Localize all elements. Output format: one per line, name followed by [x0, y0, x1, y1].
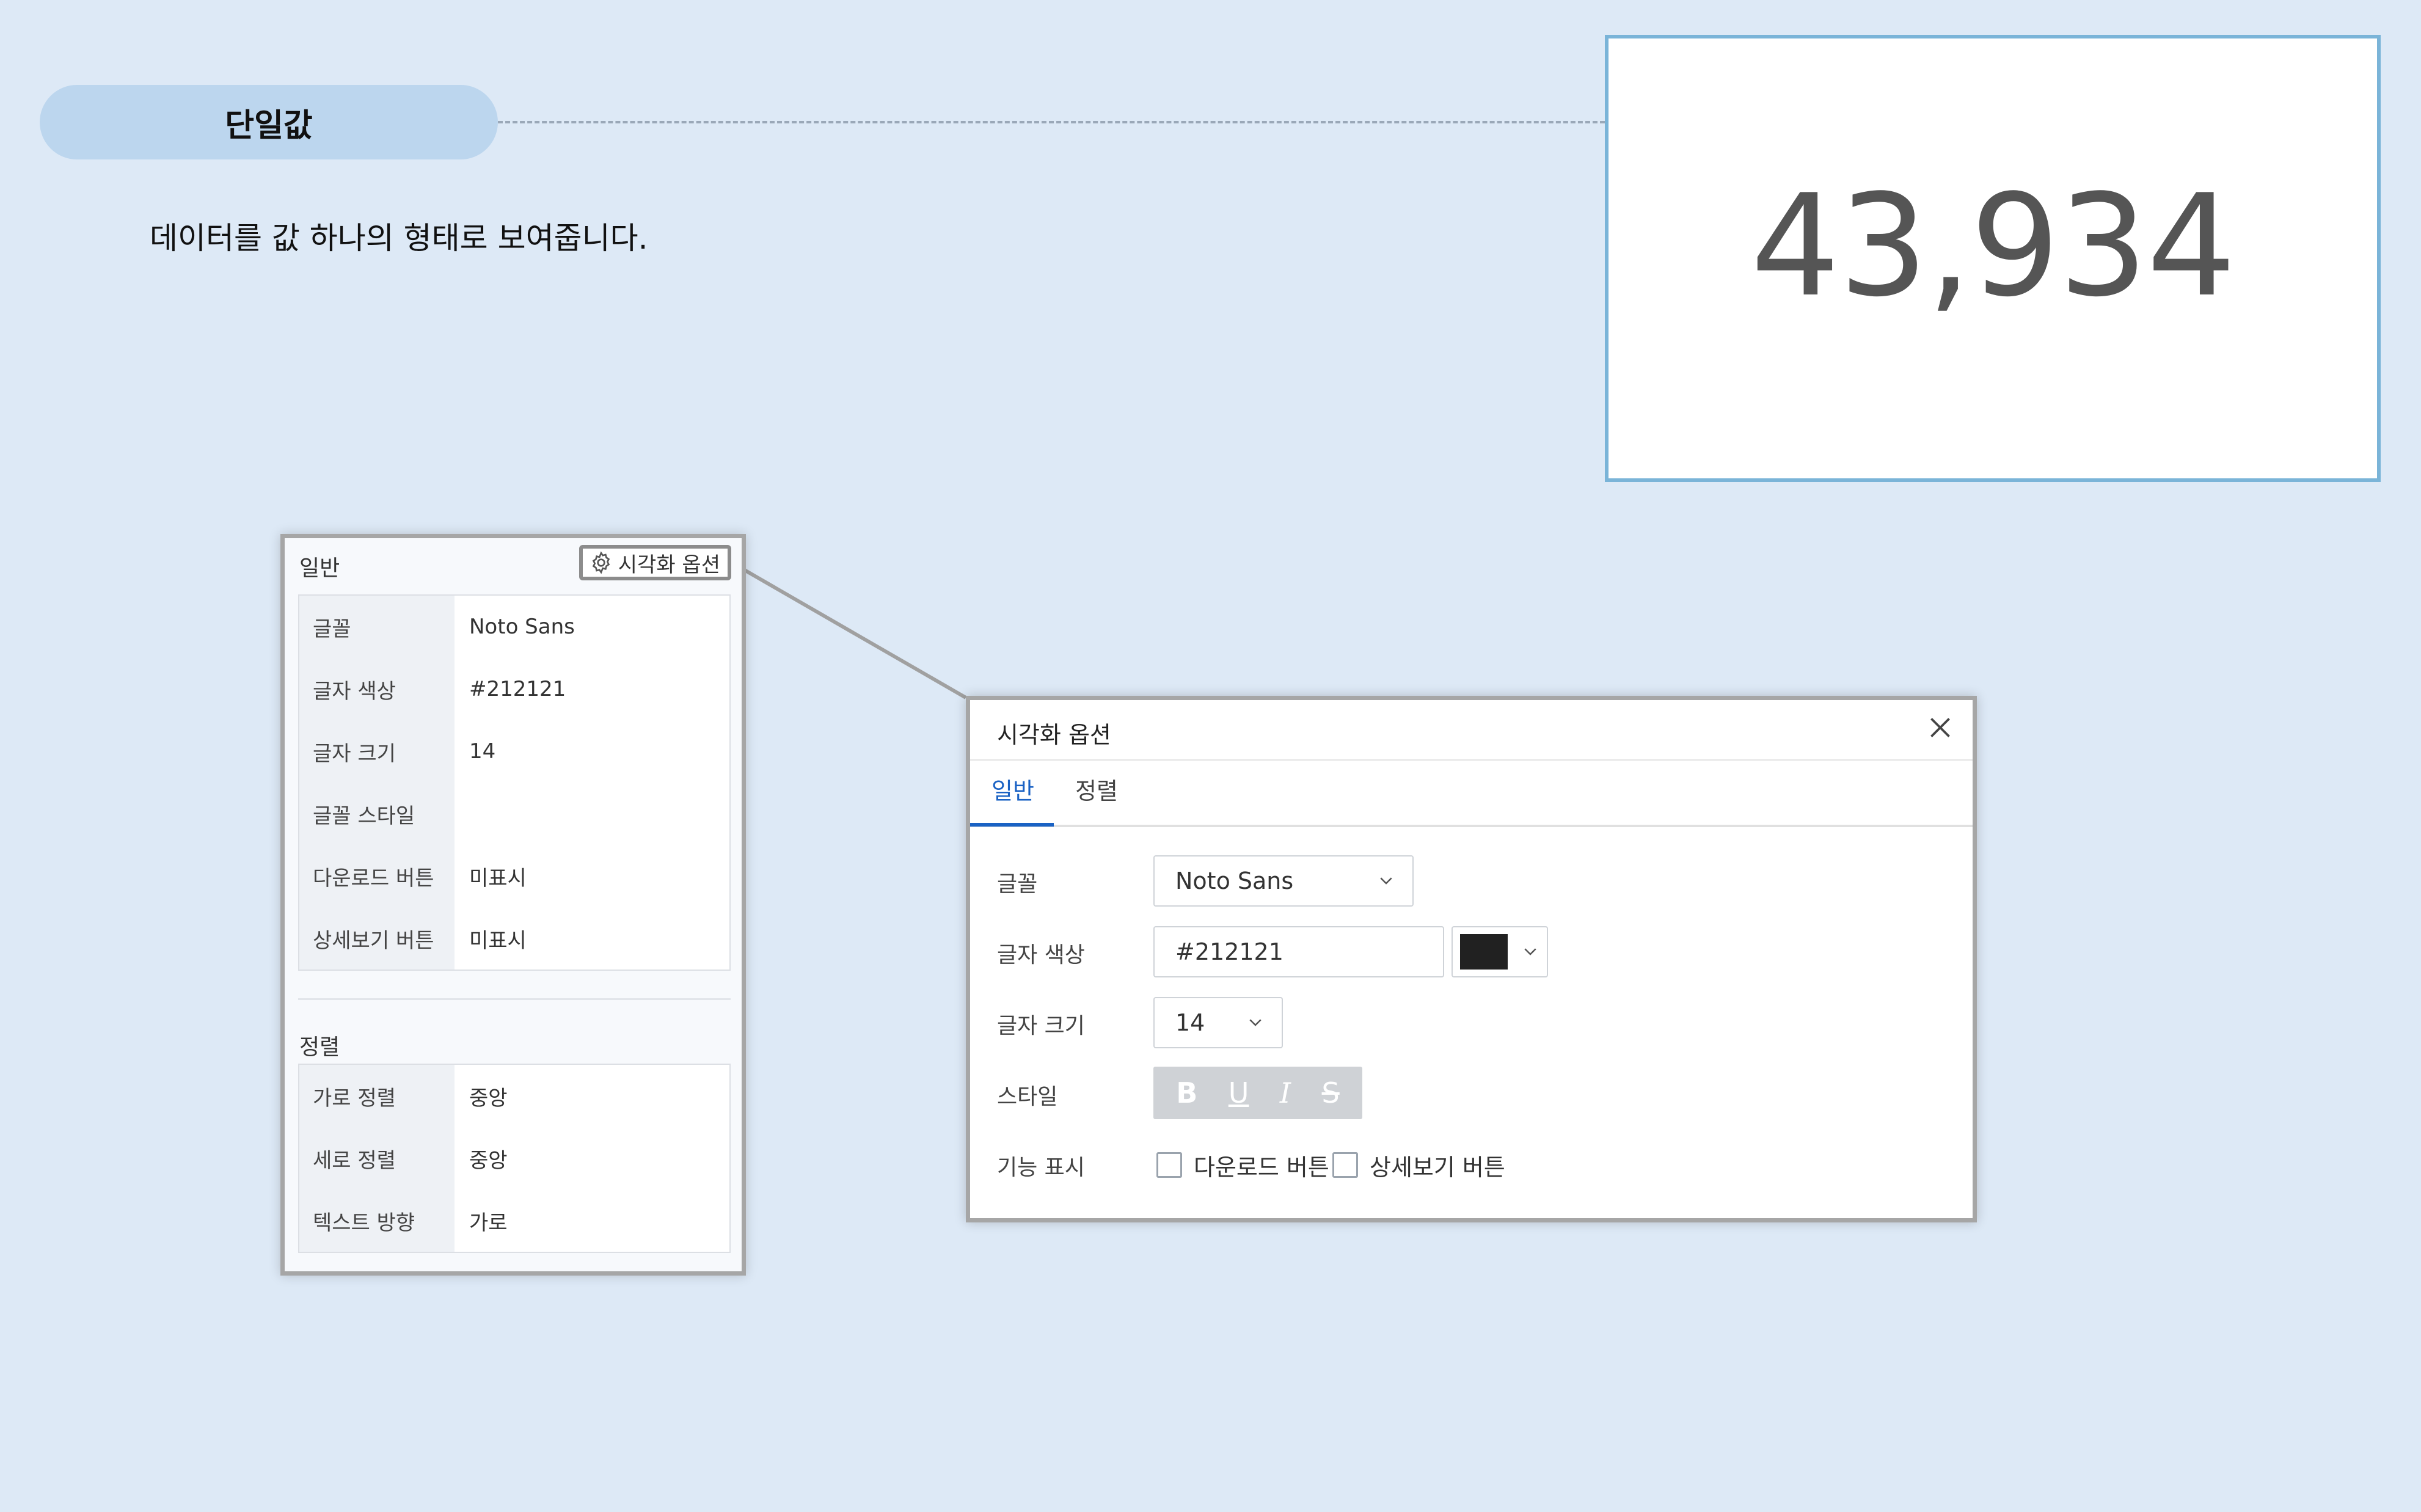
row-key: 글자 색상 — [299, 658, 455, 720]
single-value-card: 43,934 — [1605, 35, 2381, 482]
table-row: 글자 크기 14 — [299, 720, 729, 783]
section-description: 데이터를 값 하나의 형태로 보여줍니다. — [150, 221, 648, 256]
table-row: 글꼴 스타일 — [299, 783, 729, 845]
detail-checkbox-label: 상세보기 버튼 — [1370, 1154, 1505, 1181]
tab-divider — [970, 825, 1973, 827]
row-key: 글꼴 스타일 — [299, 783, 455, 845]
table-row: 세로 정렬 중앙 — [299, 1127, 729, 1189]
visualization-options-button[interactable]: 시각화 옵션 — [579, 545, 731, 580]
dialog-title: 시각화 옵션 — [997, 721, 1111, 748]
text-style-toolbar: B U I S — [1153, 1067, 1362, 1119]
row-value: 미표시 — [469, 866, 527, 891]
row-value: 가로 — [469, 1210, 508, 1235]
features-label: 기능 표시 — [997, 1155, 1085, 1180]
color-label: 글자 색상 — [997, 943, 1085, 968]
italic-button[interactable]: I — [1280, 1076, 1291, 1109]
row-value: #212121 — [469, 677, 566, 701]
table-row: 글꼴 Noto Sans — [299, 596, 729, 658]
row-key: 상세보기 버튼 — [299, 907, 455, 970]
detail-checkbox[interactable] — [1332, 1152, 1358, 1178]
color-picker-button[interactable] — [1452, 926, 1548, 977]
color-hex-input[interactable]: #212121 — [1153, 926, 1444, 977]
font-label: 글꼴 — [997, 872, 1038, 897]
tab-align[interactable]: 정렬 — [1075, 772, 1118, 806]
gear-icon — [592, 551, 610, 574]
row-value: Noto Sans — [469, 615, 575, 639]
strikethrough-button[interactable]: S — [1322, 1076, 1340, 1109]
row-value: 중앙 — [469, 1148, 508, 1173]
download-checkbox-label: 다운로드 버튼 — [1194, 1154, 1329, 1181]
table-row: 텍스트 방향 가로 — [299, 1189, 729, 1252]
chevron-down-icon — [1524, 948, 1536, 955]
table-row: 다운로드 버튼 미표시 — [299, 845, 729, 907]
close-icon[interactable] — [1925, 712, 1955, 743]
table-row: 글자 색상 #212121 — [299, 658, 729, 720]
row-key: 텍스트 방향 — [299, 1189, 455, 1252]
font-select-value: Noto Sans — [1175, 867, 1294, 894]
active-tab-indicator — [970, 823, 1054, 827]
download-checkbox[interactable] — [1156, 1152, 1182, 1178]
row-key: 세로 정렬 — [299, 1127, 455, 1189]
row-value: 미표시 — [469, 928, 527, 953]
row-key: 가로 정렬 — [299, 1065, 455, 1127]
properties-panel: 일반 시각화 옵션 글꼴 Noto Sans 글자 색상 #212121 글자 크기… — [280, 534, 746, 1276]
section-divider — [298, 998, 731, 1000]
align-section-header: 정렬 — [299, 1035, 340, 1060]
size-select[interactable]: 14 — [1153, 997, 1283, 1048]
color-swatch — [1460, 934, 1508, 970]
dashed-connector — [498, 121, 1605, 123]
visualization-options-dialog: 시각화 옵션 일반 정렬 글꼴 Noto Sans 글자 색상 #212121 … — [966, 696, 1977, 1222]
single-value-number: 43,934 — [1750, 164, 2237, 328]
chevron-down-icon — [1249, 1019, 1262, 1026]
underline-button[interactable]: U — [1229, 1076, 1249, 1109]
general-section-header: 일반 — [299, 556, 340, 581]
row-value: 14 — [469, 739, 496, 764]
font-select[interactable]: Noto Sans — [1153, 855, 1414, 907]
tab-general[interactable]: 일반 — [991, 772, 1034, 806]
row-value: 중앙 — [469, 1086, 508, 1111]
color-hex-value: #212121 — [1175, 938, 1284, 965]
row-key: 다운로드 버튼 — [299, 845, 455, 907]
section-title: 단일값 — [225, 107, 313, 144]
chevron-down-icon — [1380, 877, 1392, 885]
style-label: 스타일 — [997, 1084, 1058, 1109]
row-key: 글자 크기 — [299, 720, 455, 783]
size-label: 글자 크기 — [997, 1013, 1085, 1039]
row-key: 글꼴 — [299, 596, 455, 658]
bold-button[interactable]: B — [1176, 1076, 1197, 1109]
options-button-label: 시각화 옵션 — [618, 552, 720, 577]
align-properties-table: 가로 정렬 중앙 세로 정렬 중앙 텍스트 방향 가로 — [298, 1064, 731, 1253]
table-row: 가로 정렬 중앙 — [299, 1065, 729, 1127]
section-title-pill: 단일값 — [40, 85, 498, 159]
general-properties-table: 글꼴 Noto Sans 글자 색상 #212121 글자 크기 14 글꼴 스타일 … — [298, 594, 731, 971]
size-select-value: 14 — [1175, 1009, 1205, 1036]
table-row: 상세보기 버튼 미표시 — [299, 907, 729, 970]
title-divider — [970, 759, 1973, 761]
